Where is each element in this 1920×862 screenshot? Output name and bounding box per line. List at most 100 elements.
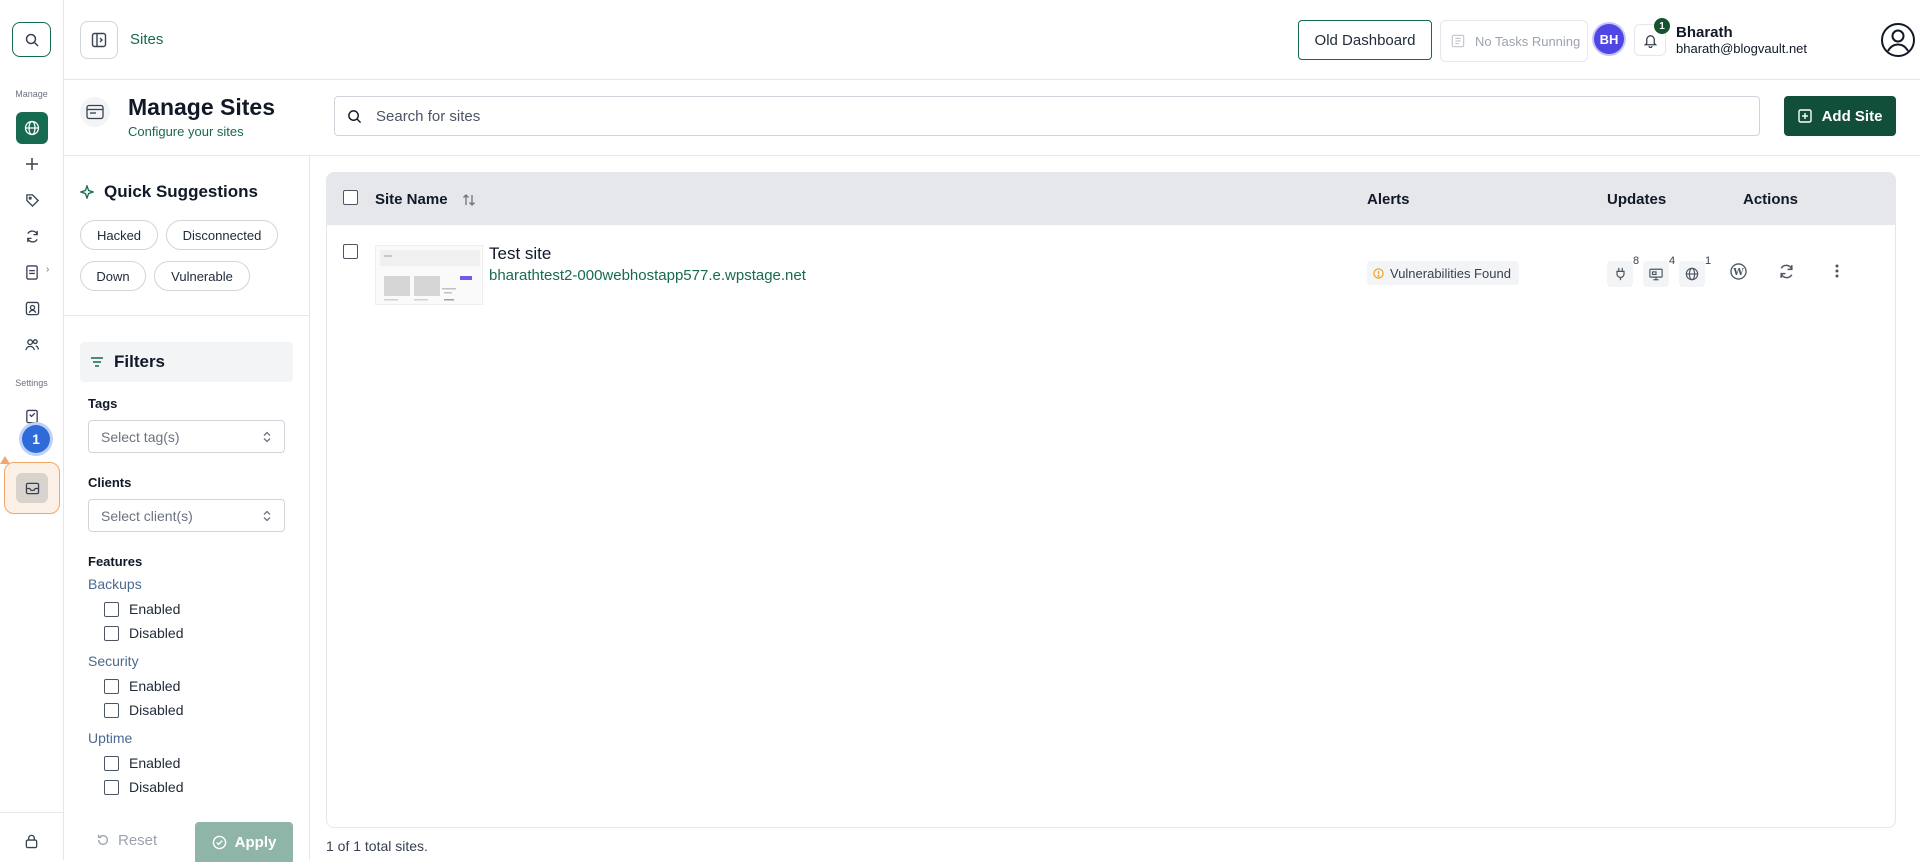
sites-table: Site Name Alerts Updates Actions Test si…	[326, 172, 1896, 828]
core-update-count: 1	[1705, 255, 1712, 267]
checkbox[interactable]	[104, 779, 119, 795]
alert-badge[interactable]: Vulnerabilities Found	[1367, 261, 1519, 285]
contact-icon[interactable]	[16, 292, 48, 324]
row-checkbox[interactable]	[343, 244, 358, 259]
tour-highlight[interactable]	[4, 462, 60, 514]
uptime-group-label: Uptime	[88, 730, 133, 746]
filter-panel: Quick Suggestions Hacked Disconnected Do…	[64, 156, 310, 862]
user-email: bharath@blogvault.net	[1676, 41, 1808, 56]
site-url[interactable]: bharathtest2-000webhostapp577.e.wpstage.…	[489, 267, 806, 284]
users-icon[interactable]	[16, 328, 48, 360]
checkbox[interactable]	[104, 702, 119, 718]
column-actions: Actions	[1743, 191, 1799, 208]
quick-suggestions-title: Quick Suggestions	[104, 182, 258, 201]
chevron-up-down-icon	[262, 431, 272, 443]
reset-label: Reset	[118, 831, 158, 849]
rail-section-settings: Settings	[15, 378, 48, 388]
tasks-icon	[1451, 34, 1465, 48]
option-label: Enabled	[129, 755, 181, 771]
row-menu-icon[interactable]	[1835, 263, 1839, 279]
refresh-icon[interactable]	[16, 220, 48, 252]
column-site-name[interactable]: Site Name	[375, 191, 476, 208]
divider	[64, 315, 309, 316]
plugin-icon[interactable]	[1607, 261, 1633, 287]
uptime-disabled-option[interactable]: Disabled	[104, 779, 183, 795]
apply-label: Apply	[234, 833, 277, 851]
old-dashboard-button[interactable]: Old Dashboard	[1298, 20, 1432, 60]
site-search[interactable]	[334, 96, 1760, 136]
sparkle-icon	[80, 185, 94, 199]
checkbox[interactable]	[104, 755, 119, 771]
clients-label: Clients	[88, 475, 132, 490]
option-label: Disabled	[129, 779, 184, 795]
tags-select-placeholder: Select tag(s)	[101, 428, 180, 445]
features-label: Features	[88, 554, 143, 569]
sync-icon[interactable]	[1778, 263, 1795, 280]
clients-select-placeholder: Select client(s)	[101, 507, 193, 524]
reset-icon	[96, 833, 110, 847]
sidebar-toggle-icon[interactable]	[80, 21, 118, 59]
wordpress-icon[interactable]: W	[1730, 263, 1747, 280]
chip-down[interactable]: Down	[80, 261, 146, 291]
option-label: Disabled	[129, 625, 184, 641]
lock-icon[interactable]	[24, 833, 39, 860]
add-site-button[interactable]: Add Site	[1784, 96, 1896, 136]
tags-select[interactable]: Select tag(s)	[88, 420, 285, 453]
core-icon[interactable]	[1679, 261, 1705, 287]
checkbox[interactable]	[104, 625, 119, 641]
security-group-label: Security	[88, 653, 139, 669]
breadcrumb[interactable]: Sites	[130, 31, 163, 48]
clients-select[interactable]: Select client(s)	[88, 499, 285, 532]
checkbox[interactable]	[104, 601, 119, 617]
top-bar: Sites Old Dashboard No Tasks Running BH …	[64, 0, 1920, 80]
quick-suggestions-heading: Quick Suggestions	[80, 182, 258, 202]
nav-rail: Manage › Settings 1	[0, 0, 64, 860]
table-header: Site Name Alerts Updates Actions	[327, 173, 1895, 225]
chip-vulnerable[interactable]: Vulnerable	[154, 261, 250, 291]
checkbox[interactable]	[104, 678, 119, 694]
plus-icon[interactable]	[16, 148, 48, 180]
warning-icon	[1373, 267, 1384, 279]
site-name[interactable]: Test site	[489, 244, 551, 264]
rail-section-manage: Manage	[15, 89, 48, 99]
globe-icon[interactable]	[16, 112, 48, 144]
sort-icon[interactable]	[462, 193, 476, 207]
avatar[interactable]: BH	[1594, 24, 1624, 54]
divider	[64, 155, 1920, 156]
tour-step-badge[interactable]: 1	[22, 425, 50, 453]
backups-enabled-option[interactable]: Enabled	[104, 601, 180, 617]
option-label: Enabled	[129, 678, 181, 694]
tasks-status[interactable]: No Tasks Running	[1440, 20, 1588, 62]
chip-hacked[interactable]: Hacked	[80, 220, 158, 250]
site-thumbnail[interactable]	[375, 245, 483, 305]
tag-icon[interactable]	[16, 184, 48, 216]
chevron-right-icon[interactable]: ›	[46, 264, 49, 275]
option-label: Enabled	[129, 601, 181, 617]
user-profile-icon[interactable]	[1880, 22, 1916, 58]
backups-group-label: Backups	[88, 576, 142, 592]
security-enabled-option[interactable]: Enabled	[104, 678, 180, 694]
user-name: Bharath	[1676, 24, 1733, 41]
backups-disabled-option[interactable]: Disabled	[104, 625, 183, 641]
filter-lines-icon	[90, 356, 104, 368]
page-title: Manage Sites	[128, 94, 275, 120]
svg-text:W: W	[1732, 267, 1744, 278]
column-label: Site Name	[375, 191, 448, 208]
theme-icon[interactable]	[1643, 261, 1669, 287]
total-sites-count: 1 of 1 total sites.	[326, 838, 428, 854]
filters-heading: Filters	[80, 342, 293, 382]
search-input[interactable]	[376, 107, 1676, 125]
inbox-icon[interactable]	[16, 473, 48, 503]
search-icon[interactable]	[12, 22, 51, 57]
select-all-checkbox[interactable]	[343, 190, 358, 205]
add-square-icon	[1797, 109, 1812, 123]
page-subtitle: Configure your sites	[128, 124, 244, 139]
uptime-enabled-option[interactable]: Enabled	[104, 755, 180, 771]
column-updates: Updates	[1607, 191, 1667, 208]
document-icon[interactable]	[16, 256, 48, 288]
reset-button[interactable]: Reset	[96, 822, 157, 858]
check-circle-icon	[212, 835, 227, 850]
security-disabled-option[interactable]: Disabled	[104, 702, 183, 718]
apply-button[interactable]: Apply	[195, 822, 293, 862]
chip-disconnected[interactable]: Disconnected	[166, 220, 278, 250]
